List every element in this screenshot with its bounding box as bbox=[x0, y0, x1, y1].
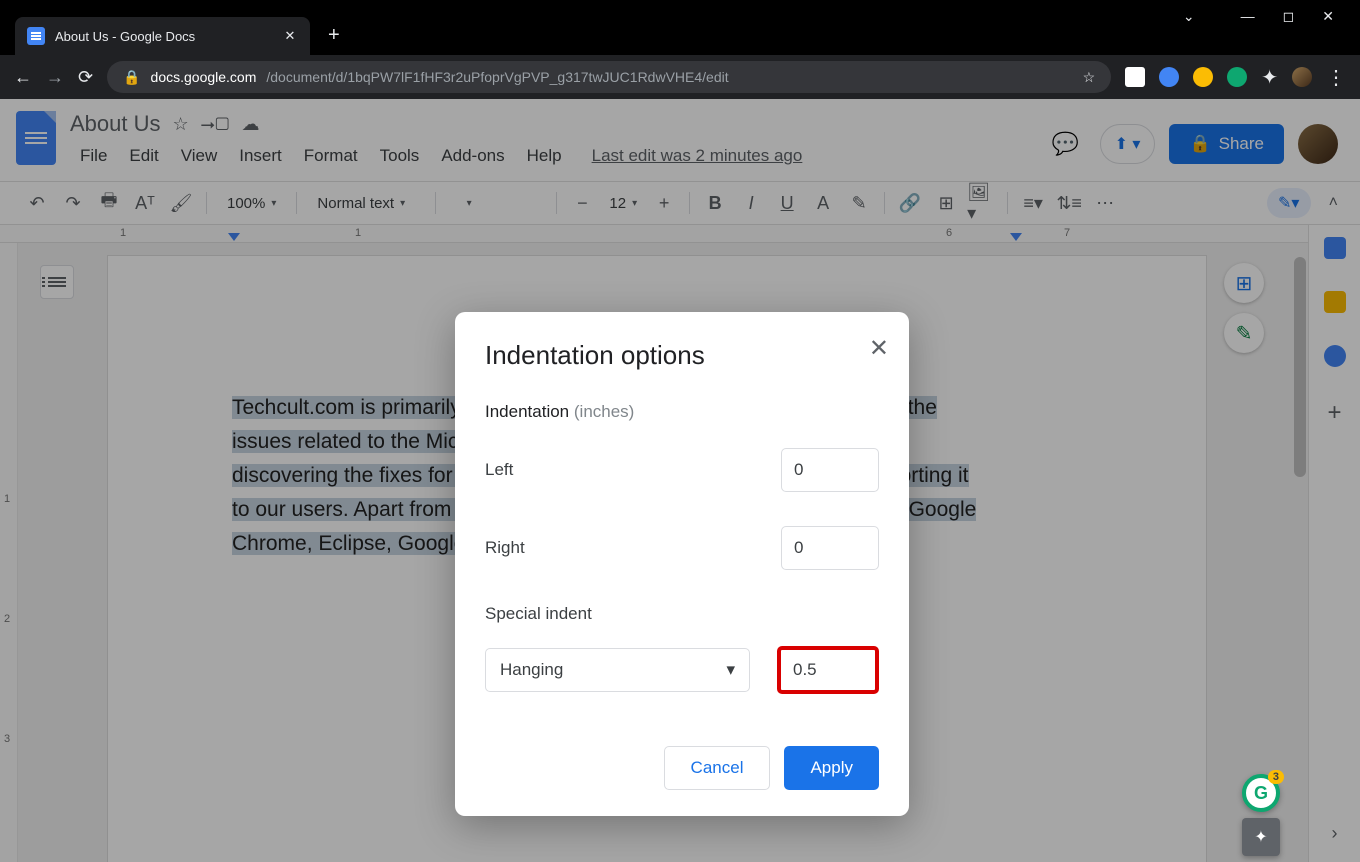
extensions-puzzle-icon[interactable]: ✦ bbox=[1261, 65, 1278, 90]
profile-avatar-icon[interactable] bbox=[1292, 67, 1312, 87]
extension-icon[interactable] bbox=[1159, 67, 1179, 87]
new-tab-button[interactable]: + bbox=[328, 24, 340, 47]
minimize-button[interactable]: — bbox=[1241, 8, 1255, 24]
extension-icon[interactable] bbox=[1125, 67, 1145, 87]
indentation-options-dialog: Indentation options ✕ Indentation (inche… bbox=[455, 312, 909, 816]
extension-icon[interactable] bbox=[1193, 67, 1213, 87]
browser-menu-icon[interactable]: ⋮ bbox=[1326, 65, 1346, 90]
url-domain: docs.google.com bbox=[151, 69, 257, 85]
reload-button[interactable]: ⟳ bbox=[78, 67, 93, 88]
extension-icons: ✦ ⋮ bbox=[1125, 65, 1346, 90]
url-input[interactable]: 🔒 docs.google.com/document/d/1bqPW7lF1fH… bbox=[107, 61, 1111, 93]
special-indent-label: Special indent bbox=[485, 604, 879, 624]
close-tab-icon[interactable]: ✕ bbox=[282, 28, 298, 44]
google-docs-app: About Us ☆ ⭢▢ ☁ File Edit View Insert Fo… bbox=[0, 99, 1360, 862]
dialog-title: Indentation options bbox=[485, 342, 879, 368]
bookmark-star-icon[interactable]: ☆ bbox=[1083, 69, 1096, 86]
apply-button[interactable]: Apply bbox=[784, 746, 879, 790]
tab-title: About Us - Google Docs bbox=[55, 29, 272, 44]
right-indent-input[interactable] bbox=[781, 526, 879, 570]
left-indent-input[interactable] bbox=[781, 448, 879, 492]
address-bar: ← → ⟳ 🔒 docs.google.com/document/d/1bqPW… bbox=[0, 55, 1360, 99]
docs-favicon bbox=[27, 27, 45, 45]
cancel-button[interactable]: Cancel bbox=[664, 746, 771, 790]
chevron-down-icon: ▾ bbox=[726, 660, 735, 680]
special-indent-select[interactable]: Hanging ▾ bbox=[485, 648, 750, 692]
left-indent-label: Left bbox=[485, 460, 513, 480]
indentation-section-label: Indentation (inches) bbox=[485, 402, 879, 422]
extension-icon[interactable] bbox=[1227, 67, 1247, 87]
close-window-button[interactable]: ✕ bbox=[1322, 8, 1334, 25]
url-path: /document/d/1bqPW7lF1fHF3r2uPfoprVgPVP_g… bbox=[266, 69, 728, 85]
right-indent-label: Right bbox=[485, 538, 525, 558]
close-dialog-button[interactable]: ✕ bbox=[869, 334, 889, 363]
chevron-down-icon[interactable]: ⌄ bbox=[1183, 8, 1195, 25]
explore-button[interactable]: ✦ bbox=[1242, 818, 1280, 856]
grammarly-badge[interactable]: G bbox=[1242, 774, 1280, 812]
lock-icon: 🔒 bbox=[123, 69, 140, 86]
special-indent-value: Hanging bbox=[500, 660, 563, 680]
maximize-button[interactable]: ◻ bbox=[1283, 8, 1295, 25]
window-controls: ⌄ — ◻ ✕ bbox=[1157, 0, 1360, 32]
special-indent-amount-input[interactable] bbox=[777, 646, 879, 694]
browser-tab[interactable]: About Us - Google Docs ✕ bbox=[15, 17, 310, 55]
forward-button[interactable]: → bbox=[46, 67, 64, 88]
back-button[interactable]: ← bbox=[14, 67, 32, 88]
